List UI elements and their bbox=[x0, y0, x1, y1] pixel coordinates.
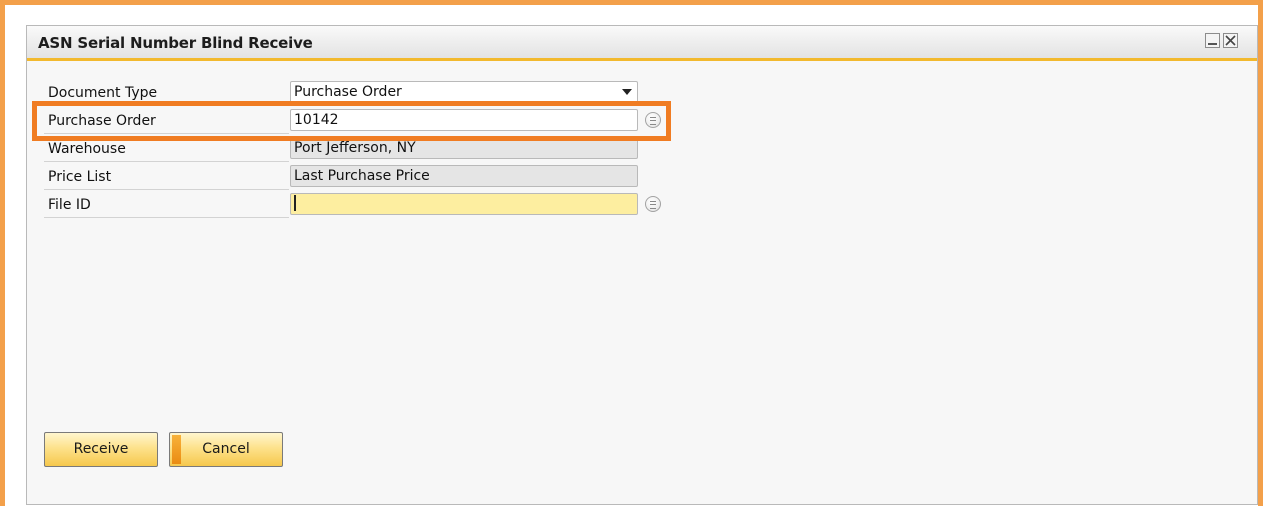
divider bbox=[44, 189, 289, 190]
purchase-order-input[interactable]: 10142 bbox=[290, 109, 638, 131]
warehouse-value: Port Jefferson, NY bbox=[294, 140, 416, 156]
divider bbox=[44, 105, 289, 106]
warehouse-field: Port Jefferson, NY bbox=[290, 137, 638, 159]
document-type-row: Document Type Purchase Order bbox=[44, 80, 638, 106]
screenshot-frame: ASN Serial Number Blind Receive Document… bbox=[0, 0, 1263, 506]
window-title: ASN Serial Number Blind Receive bbox=[38, 34, 313, 52]
file-id-row: File ID bbox=[44, 192, 661, 218]
document-type-select[interactable]: Purchase Order bbox=[290, 81, 638, 103]
warehouse-row: Warehouse Port Jefferson, NY bbox=[44, 136, 638, 162]
close-icon[interactable] bbox=[1223, 33, 1238, 48]
purchase-order-value: 10142 bbox=[294, 112, 339, 128]
purchase-order-label: Purchase Order bbox=[48, 113, 156, 129]
cancel-button-label: Cancel bbox=[202, 441, 250, 457]
receive-button[interactable]: Receive bbox=[44, 432, 158, 467]
document-type-label: Document Type bbox=[48, 85, 158, 101]
list-lookup-icon[interactable] bbox=[645, 196, 661, 212]
divider bbox=[44, 217, 289, 218]
price-list-label: Price List bbox=[48, 169, 112, 185]
cancel-button[interactable]: Cancel bbox=[169, 432, 283, 467]
warehouse-label: Warehouse bbox=[48, 141, 126, 157]
price-list-field: Last Purchase Price bbox=[290, 165, 638, 187]
file-id-input[interactable] bbox=[290, 193, 638, 215]
file-id-label: File ID bbox=[48, 197, 91, 213]
text-cursor bbox=[294, 195, 296, 211]
document-type-value: Purchase Order bbox=[294, 84, 402, 100]
purchase-order-row: Purchase Order 10142 bbox=[44, 108, 661, 134]
dialog-window: ASN Serial Number Blind Receive Document… bbox=[26, 25, 1258, 505]
list-lookup-icon[interactable] bbox=[645, 112, 661, 128]
price-list-row: Price List Last Purchase Price bbox=[44, 164, 638, 190]
price-list-value: Last Purchase Price bbox=[294, 168, 430, 184]
button-accent bbox=[172, 435, 181, 464]
chevron-down-icon[interactable] bbox=[622, 89, 632, 95]
title-bar[interactable]: ASN Serial Number Blind Receive bbox=[27, 26, 1257, 61]
divider bbox=[44, 161, 289, 162]
divider bbox=[44, 133, 289, 134]
minimize-icon[interactable] bbox=[1205, 33, 1220, 48]
